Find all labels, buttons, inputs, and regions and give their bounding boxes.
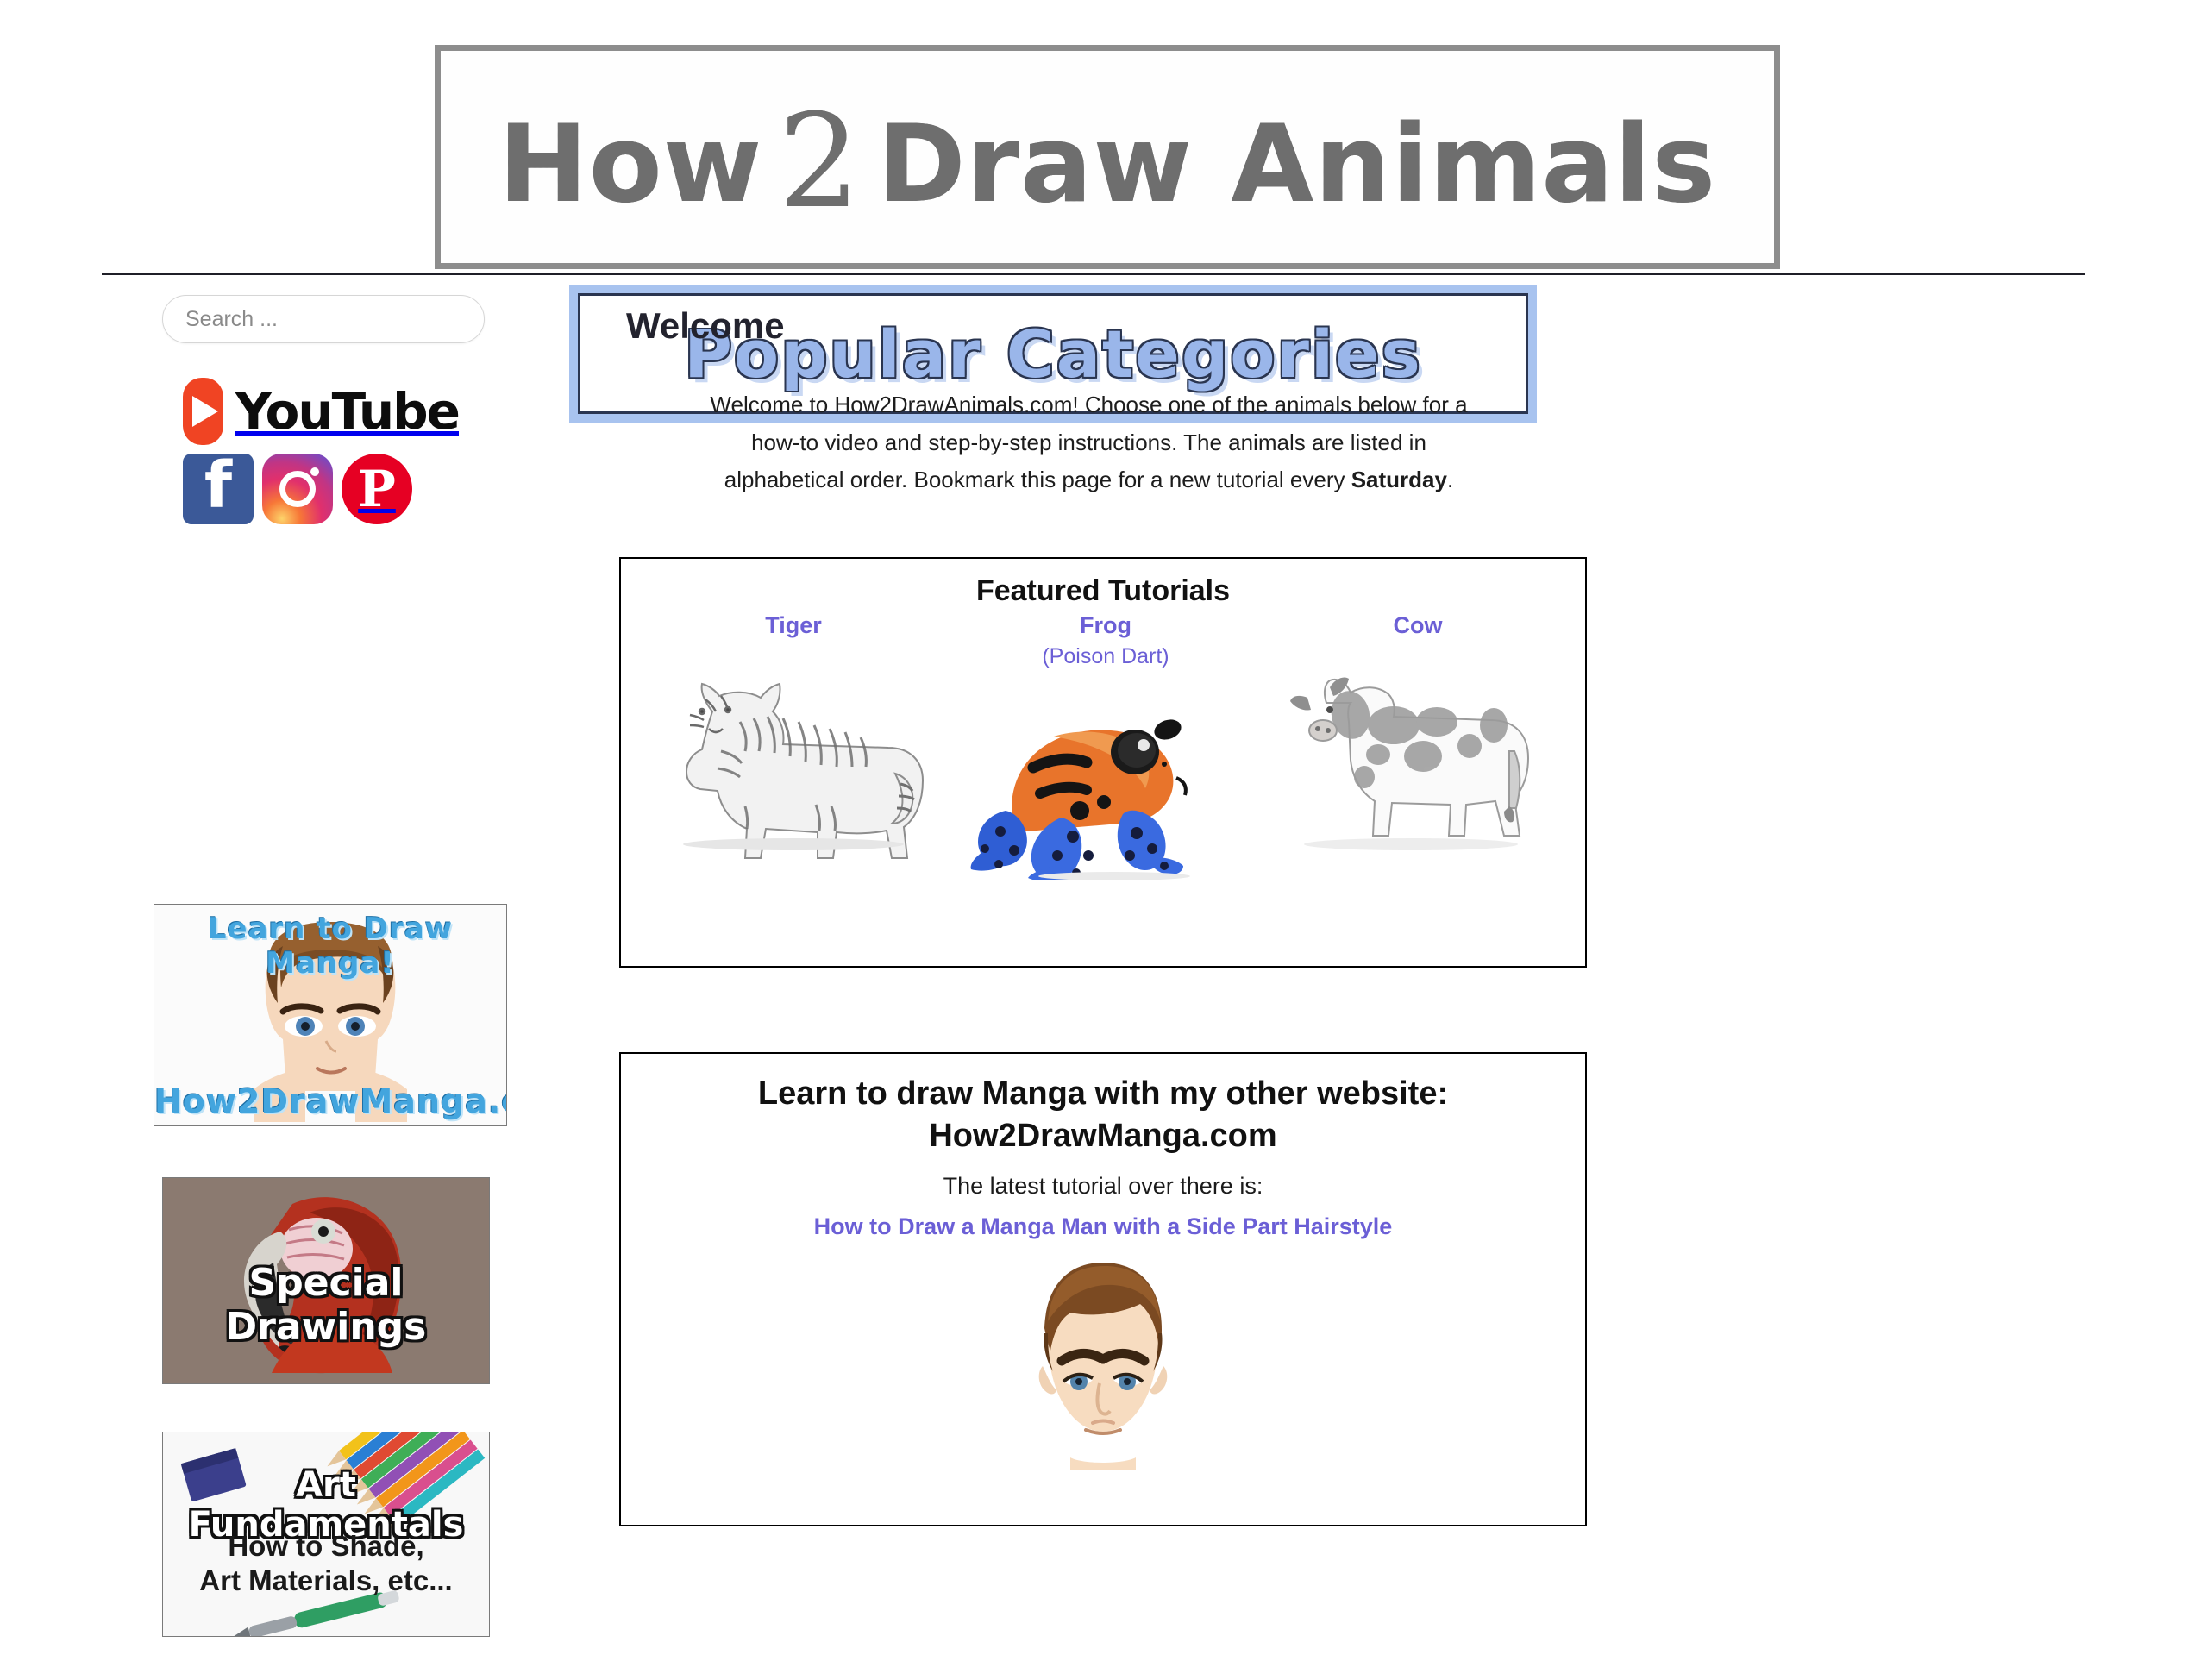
tiger-illustration[interactable]: [638, 661, 949, 886]
facebook-icon[interactable]: [183, 448, 254, 524]
featured-link-cow[interactable]: Cow: [1263, 612, 1573, 639]
manga-promo-heading-line2: How2DrawManga.com: [929, 1118, 1277, 1155]
banner-manga-bottom-text: How2DrawManga.com: [154, 1082, 506, 1120]
featured-item-tiger: Tiger: [638, 612, 949, 886]
site-logo[interactable]: How 2 Draw Animals: [435, 45, 1780, 269]
cow-illustration[interactable]: [1263, 661, 1573, 886]
banner-manga-top-text: Learn to Draw Manga!: [207, 912, 454, 981]
youtube-link[interactable]: YouTube: [183, 378, 461, 445]
manga-promo-heading: Learn to draw Manga with my other websit…: [621, 1073, 1585, 1158]
featured-tutorials-title: Featured Tutorials: [975, 574, 1231, 607]
featured-link-frog[interactable]: Frog: [950, 612, 1261, 639]
site-header: How 2 Draw Animals: [0, 0, 2194, 278]
banner-art-subtitle: How to Shade, Art Materials, etc...: [163, 1529, 489, 1599]
logo-word-drawanimals: Draw Animals: [876, 103, 1717, 227]
page-title: Welcome: [626, 305, 785, 346]
main-content: Welcome Welcome to How2DrawAnimals.com! …: [569, 285, 2194, 1526]
banner-learn-manga[interactable]: Learn to Draw Manga! How2DrawManga.com: [154, 904, 507, 1126]
featured-link-tiger[interactable]: Tiger: [638, 612, 949, 639]
featured-item-cow: Cow: [1263, 612, 1573, 886]
featured-tutorials-list: Tiger Frog (Poison Dart) Cow: [621, 612, 1585, 966]
featured-sub-frog: (Poison Dart): [1042, 644, 1169, 668]
search-container: [162, 295, 485, 343]
banner-art-line1: How to Shade,: [228, 1530, 424, 1562]
manga-man-illustration[interactable]: [1013, 1254, 1193, 1470]
welcome-paragraph: Welcome to How2DrawAnimals.com! Choose o…: [699, 386, 1479, 499]
page-root: How 2 Draw Animals YouTube: [0, 0, 2194, 1680]
youtube-label: YouTube: [235, 382, 461, 441]
search-input[interactable]: [162, 295, 485, 343]
manga-promo-panel: Learn to draw Manga with my other websit…: [619, 1052, 1587, 1526]
welcome-text-part2: .: [1446, 467, 1454, 493]
welcome-text-bold: Saturday: [1351, 467, 1447, 493]
youtube-icon: [183, 378, 223, 445]
logo-snake-two-icon: 2: [778, 87, 862, 237]
banner-art-line2: Art Materials, etc...: [199, 1564, 453, 1597]
banner-special-label: Special Drawings: [225, 1261, 427, 1349]
banner-special-drawings[interactable]: Special Drawings: [162, 1177, 490, 1384]
featured-tutorials-panel: Featured Tutorials Tiger Frog (Poison Da…: [619, 557, 1587, 968]
manga-promo-heading-line1: Learn to draw Manga with my other websit…: [757, 1075, 1449, 1112]
manga-promo-link[interactable]: How to Draw a Manga Man with a Side Part…: [621, 1213, 1585, 1240]
manga-promo-subtitle: The latest tutorial over there is:: [943, 1173, 1263, 1199]
site-logo-text: How 2 Draw Animals: [498, 82, 1717, 237]
social-icon-row: [183, 448, 459, 524]
instagram-icon[interactable]: [262, 454, 333, 524]
header-divider: [102, 273, 2085, 275]
frog-illustration[interactable]: [950, 673, 1261, 897]
banner-art-fundamentals[interactable]: Art Fundamentals How to Shade, Art Mater…: [162, 1432, 490, 1637]
popular-categories-title: Popular Categories: [684, 315, 1422, 392]
social-links: YouTube: [183, 378, 461, 524]
pinterest-icon[interactable]: [342, 454, 412, 524]
logo-word-how: How: [498, 103, 763, 227]
featured-item-frog: Frog (Poison Dart): [950, 612, 1261, 897]
